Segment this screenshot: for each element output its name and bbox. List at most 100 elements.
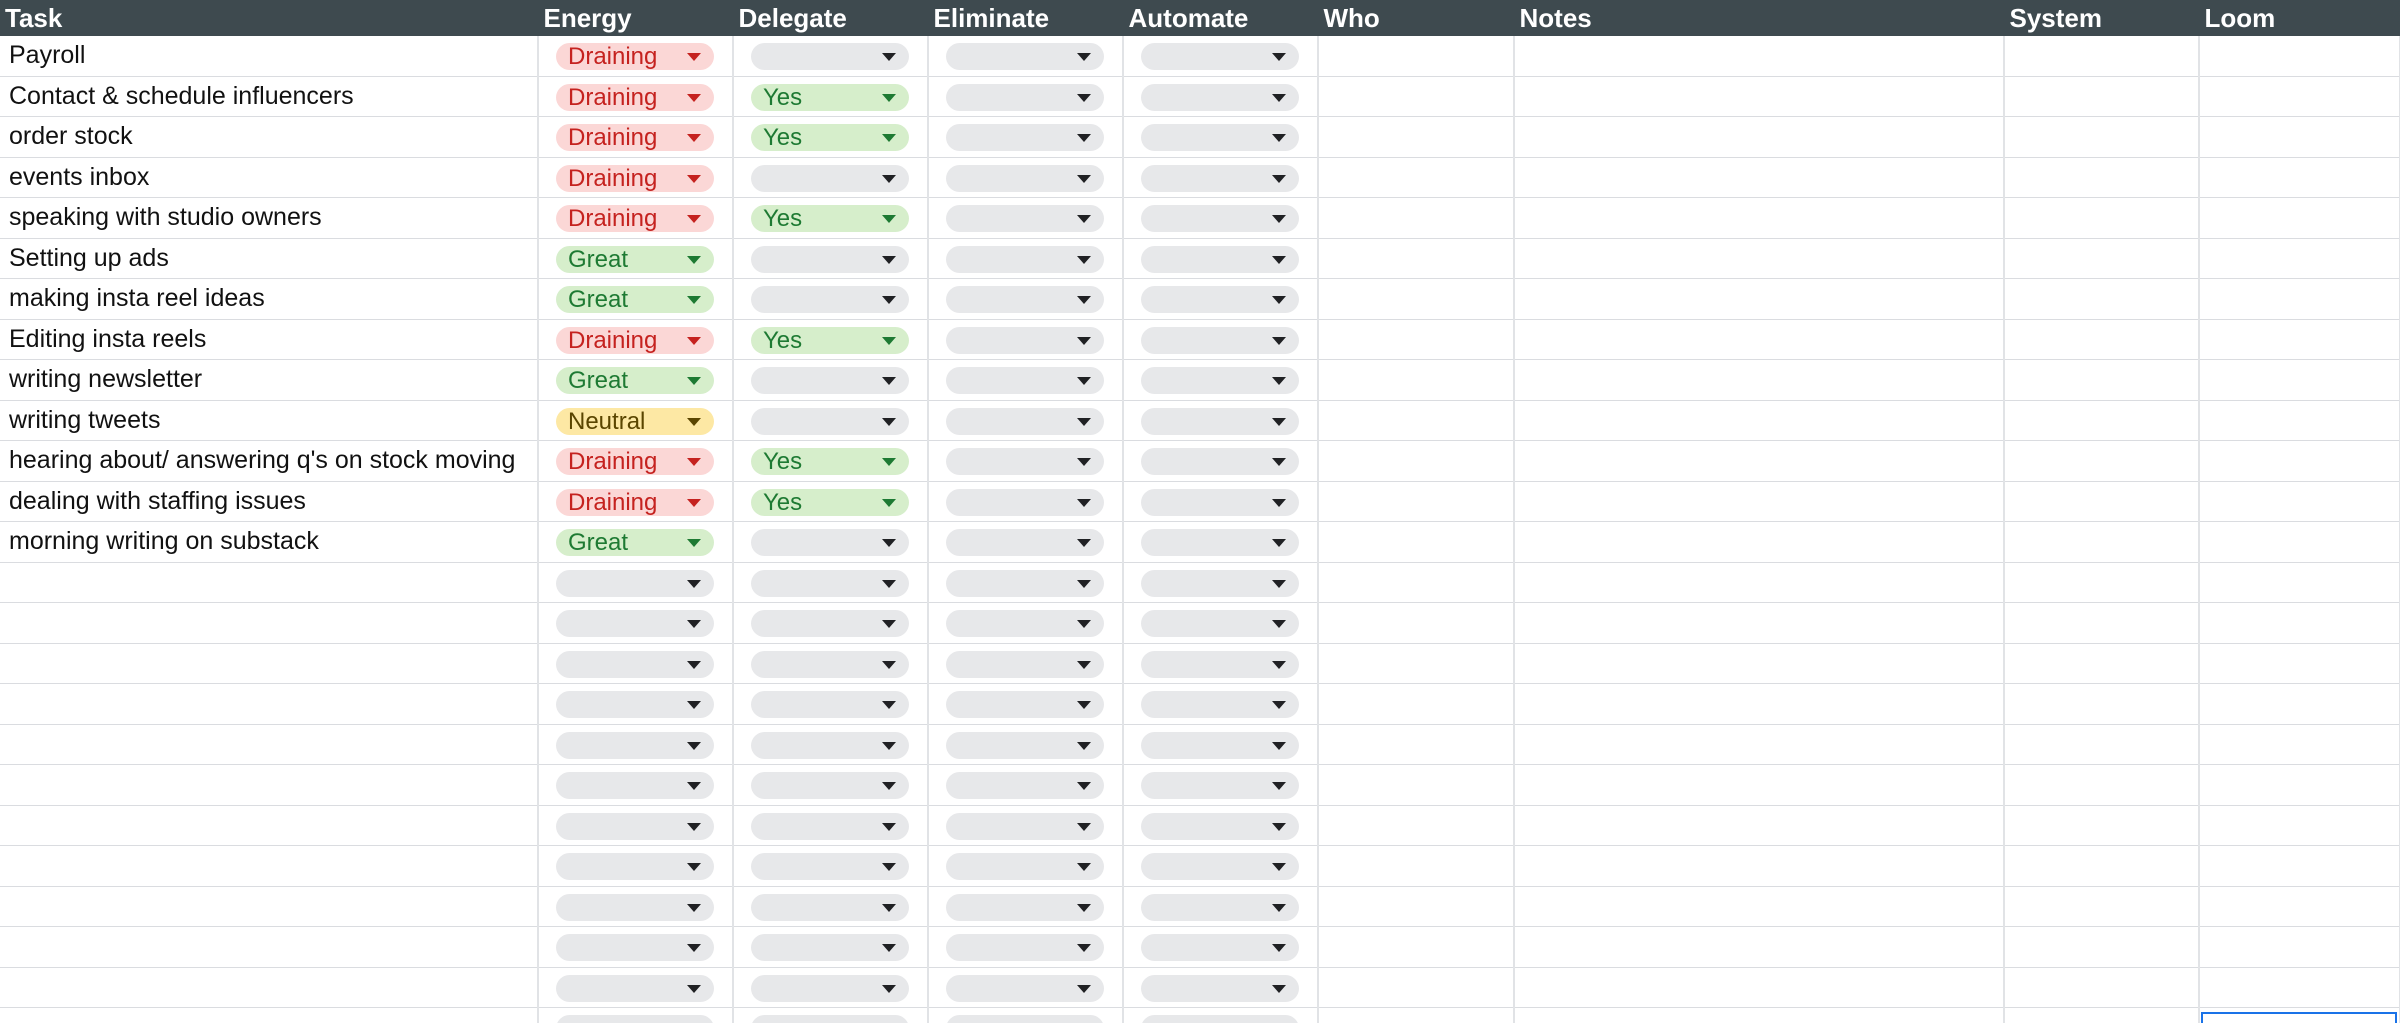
delegate-dropdown[interactable] (751, 812, 909, 840)
system-cell[interactable] (2004, 440, 2200, 482)
dropdown-arrow-icon[interactable] (687, 417, 701, 426)
energy-dropdown[interactable]: Great (556, 367, 714, 395)
eliminate-dropdown[interactable] (946, 43, 1104, 71)
delegate-dropdown[interactable] (751, 650, 909, 678)
who-cell[interactable] (1318, 521, 1515, 563)
dropdown-arrow-icon[interactable] (1077, 539, 1091, 548)
who-cell[interactable] (1318, 238, 1515, 279)
header-automate[interactable]: Automate (1123, 0, 1319, 36)
loom-cell[interactable] (2199, 1007, 2400, 1023)
loom-cell[interactable] (2199, 400, 2400, 441)
dropdown-arrow-icon[interactable] (882, 296, 896, 305)
dropdown-arrow-icon[interactable] (1077, 134, 1091, 143)
energy-dropdown[interactable]: Draining (556, 488, 714, 516)
eliminate-dropdown[interactable] (946, 893, 1104, 921)
energy-dropdown[interactable]: Draining (556, 83, 714, 111)
energy-dropdown[interactable] (556, 650, 714, 678)
dropdown-arrow-icon[interactable] (1272, 417, 1286, 426)
notes-cell[interactable] (1514, 845, 2005, 887)
who-cell[interactable] (1318, 724, 1515, 765)
task-cell[interactable] (0, 886, 539, 927)
automate-dropdown[interactable] (1141, 853, 1299, 881)
automate-dropdown[interactable] (1141, 407, 1299, 435)
who-cell[interactable] (1318, 116, 1515, 158)
task-cell[interactable]: events inbox (0, 157, 539, 198)
task-cell[interactable] (0, 683, 539, 725)
dropdown-arrow-icon[interactable] (1272, 741, 1286, 750)
automate-dropdown[interactable] (1141, 326, 1299, 354)
dropdown-arrow-icon[interactable] (687, 903, 701, 912)
task-cell[interactable]: writing newsletter (0, 359, 539, 401)
system-cell[interactable] (2004, 683, 2200, 725)
eliminate-dropdown[interactable] (946, 934, 1104, 962)
delegate-dropdown[interactable] (751, 1015, 909, 1023)
who-cell[interactable] (1318, 76, 1515, 117)
who-cell[interactable] (1318, 400, 1515, 441)
eliminate-dropdown[interactable] (946, 610, 1104, 638)
delegate-dropdown[interactable] (751, 772, 909, 800)
delegate-dropdown[interactable] (751, 529, 909, 557)
system-cell[interactable] (2004, 481, 2200, 522)
dropdown-arrow-icon[interactable] (1272, 984, 1286, 993)
dropdown-arrow-icon[interactable] (687, 579, 701, 588)
dropdown-arrow-icon[interactable] (882, 498, 896, 507)
eliminate-dropdown[interactable] (946, 83, 1104, 111)
dropdown-arrow-icon[interactable] (1272, 53, 1286, 62)
delegate-dropdown[interactable] (751, 853, 909, 881)
notes-cell[interactable] (1514, 440, 2005, 482)
energy-dropdown[interactable]: Draining (556, 326, 714, 354)
notes-cell[interactable] (1514, 926, 2005, 968)
notes-cell[interactable] (1514, 481, 2005, 522)
who-cell[interactable] (1318, 562, 1515, 603)
dropdown-arrow-icon[interactable] (882, 215, 896, 224)
delegate-dropdown[interactable]: Yes (751, 488, 909, 516)
automate-dropdown[interactable] (1141, 893, 1299, 921)
task-cell[interactable] (0, 724, 539, 765)
dropdown-arrow-icon[interactable] (1272, 701, 1286, 710)
energy-dropdown[interactable]: Draining (556, 448, 714, 476)
dropdown-arrow-icon[interactable] (1272, 498, 1286, 507)
who-cell[interactable] (1318, 1007, 1515, 1023)
automate-dropdown[interactable] (1141, 43, 1299, 71)
delegate-dropdown[interactable] (751, 934, 909, 962)
system-cell[interactable] (2004, 602, 2200, 644)
dropdown-arrow-icon[interactable] (882, 701, 896, 710)
dropdown-arrow-icon[interactable] (1077, 53, 1091, 62)
energy-dropdown[interactable]: Great (556, 245, 714, 273)
energy-dropdown[interactable] (556, 812, 714, 840)
eliminate-dropdown[interactable] (946, 529, 1104, 557)
task-cell[interactable] (0, 602, 539, 644)
loom-cell[interactable] (2199, 805, 2400, 846)
dropdown-arrow-icon[interactable] (687, 984, 701, 993)
task-cell[interactable]: Contact & schedule influencers (0, 76, 539, 117)
header-task[interactable]: Task (0, 0, 539, 36)
notes-cell[interactable] (1514, 157, 2005, 198)
energy-dropdown[interactable] (556, 1015, 714, 1023)
who-cell[interactable] (1318, 967, 1515, 1008)
dropdown-arrow-icon[interactable] (882, 539, 896, 548)
notes-cell[interactable] (1514, 967, 2005, 1008)
notes-cell[interactable] (1514, 562, 2005, 603)
dropdown-arrow-icon[interactable] (687, 93, 701, 102)
loom-cell[interactable] (2199, 440, 2400, 482)
system-cell[interactable] (2004, 926, 2200, 968)
task-cell[interactable] (0, 845, 539, 887)
eliminate-dropdown[interactable] (946, 812, 1104, 840)
notes-cell[interactable] (1514, 643, 2005, 684)
automate-dropdown[interactable] (1141, 529, 1299, 557)
dropdown-arrow-icon[interactable] (1272, 620, 1286, 629)
loom-cell[interactable] (2199, 967, 2400, 1008)
task-cell[interactable]: writing tweets (0, 400, 539, 441)
loom-cell[interactable] (2199, 238, 2400, 279)
eliminate-dropdown[interactable] (946, 1015, 1104, 1023)
loom-cell[interactable] (2199, 157, 2400, 198)
eliminate-dropdown[interactable] (946, 326, 1104, 354)
dropdown-arrow-icon[interactable] (687, 336, 701, 345)
automate-dropdown[interactable] (1141, 1015, 1299, 1023)
who-cell[interactable] (1318, 440, 1515, 482)
eliminate-dropdown[interactable] (946, 650, 1104, 678)
who-cell[interactable] (1318, 481, 1515, 522)
delegate-dropdown[interactable] (751, 367, 909, 395)
system-cell[interactable] (2004, 319, 2200, 360)
delegate-dropdown[interactable] (751, 286, 909, 314)
